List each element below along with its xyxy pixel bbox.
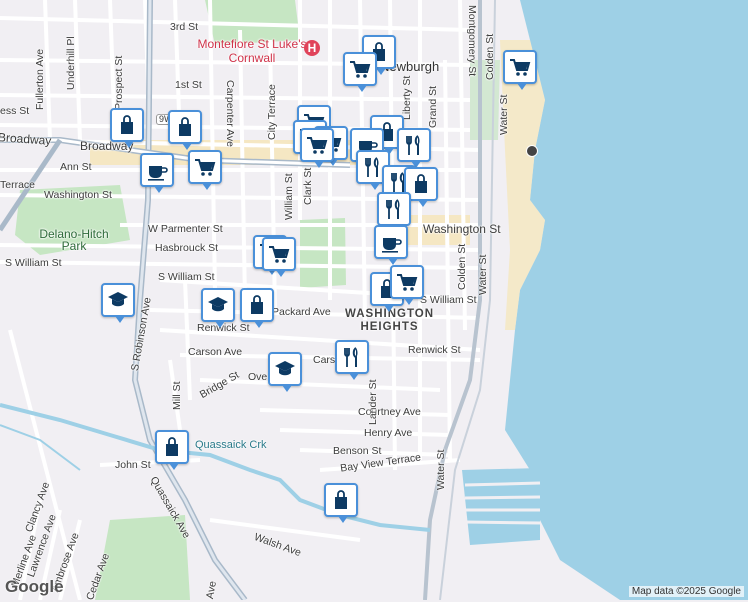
street-label: Prospect St (113, 55, 125, 110)
school-pin[interactable] (201, 288, 235, 328)
street-label: Grand St (427, 85, 439, 128)
grocery-pin[interactable] (300, 128, 334, 168)
restaurant-pin[interactable] (397, 128, 431, 168)
shopping-pin[interactable] (110, 108, 144, 148)
cafe-icon (148, 166, 168, 181)
cafe-icon (382, 238, 402, 253)
street-label: Mill St (171, 381, 183, 410)
shopping-icon (335, 490, 347, 509)
creek-label: Quassaick Crk (195, 439, 267, 451)
cafe-pin[interactable] (374, 225, 408, 265)
shopping-icon (179, 117, 191, 136)
street-label: Ann St (60, 161, 92, 173)
restaurant-icon (386, 199, 400, 219)
street-label: S William St (158, 271, 215, 283)
street-label: Montgomery St (466, 5, 478, 77)
school-icon (208, 297, 228, 312)
street-label: Washington St (44, 189, 112, 201)
street-label: S William St (5, 257, 62, 269)
grocery-pin[interactable] (262, 237, 296, 277)
street-label: William St (283, 173, 295, 220)
street-label: Clark St (302, 167, 314, 205)
grocery-pin[interactable] (188, 150, 222, 190)
street-label: Packard Ave (272, 306, 331, 318)
street-label: Renwick St (408, 344, 461, 356)
street-label: Carpenter Ave (224, 80, 236, 147)
restaurant-pin[interactable] (377, 192, 411, 232)
shopping-icon (251, 295, 263, 314)
shopping-icon (121, 115, 133, 134)
grocery-pin[interactable] (390, 265, 424, 305)
street-label: S William St (420, 294, 477, 306)
shopping-icon (166, 437, 178, 456)
grocery-icon (195, 159, 216, 176)
grocery-icon (269, 246, 290, 263)
street-label: City Terrace (266, 84, 278, 140)
map-attribution[interactable]: Map data ©2025 Google (628, 586, 744, 597)
street-label: Lander St (367, 379, 379, 425)
street-label: Carson Ave (188, 346, 243, 358)
grocery-icon (307, 137, 328, 154)
street-label: Terrace (0, 179, 36, 191)
street-label: Underhill Pl (65, 36, 77, 90)
park-label: Delano-Hitch Park (39, 227, 109, 253)
shopping-pin[interactable] (168, 110, 202, 150)
street-label: Water St (435, 449, 447, 490)
street-label: Colden St (456, 243, 468, 290)
street-label: Washington St (423, 222, 501, 236)
street-label: Water St (477, 254, 489, 295)
street-label: Benson St (333, 445, 382, 457)
cafe-pin[interactable] (140, 153, 174, 193)
school-icon (108, 292, 128, 307)
restaurant-icon (344, 347, 358, 367)
school-icon (275, 361, 295, 376)
shopping-pin[interactable] (240, 288, 274, 328)
restaurant-pin[interactable] (335, 340, 369, 380)
grocery-icon (397, 274, 418, 291)
restaurant-icon (406, 135, 420, 155)
street-label: 1st St (175, 79, 202, 91)
street-label: 3rd St (170, 21, 199, 33)
shopping-icon (415, 174, 427, 193)
street-label: John St (115, 459, 151, 471)
grocery-icon (510, 59, 531, 76)
grocery-pin[interactable] (343, 52, 377, 92)
grocery-icon (350, 61, 371, 78)
shopping-pin[interactable] (155, 430, 189, 470)
school-pin[interactable] (101, 283, 135, 323)
street-label: Fullerton Ave (34, 48, 46, 110)
grocery-pin[interactable] (503, 50, 537, 90)
street-label: Henry Ave (364, 427, 413, 439)
street-label: Liberty St (401, 75, 413, 120)
street-label: W Parmenter St (148, 223, 223, 235)
school-pin[interactable] (268, 352, 302, 392)
hospital-label: Montefiore St Luke's Cornwall (197, 37, 307, 65)
shopping-pin[interactable] (324, 483, 358, 523)
street-label: Hasbrouck St (155, 242, 219, 254)
hospital-icon[interactable]: H (304, 40, 320, 56)
street-label: Broadway (0, 130, 52, 148)
street-label: ess St (0, 105, 30, 117)
street-label: Colden St (484, 33, 496, 80)
street-label: Water St (498, 94, 510, 135)
google-logo: Google (5, 577, 64, 596)
ferry-icon[interactable] (526, 145, 538, 157)
restaurant-icon (365, 157, 379, 177)
